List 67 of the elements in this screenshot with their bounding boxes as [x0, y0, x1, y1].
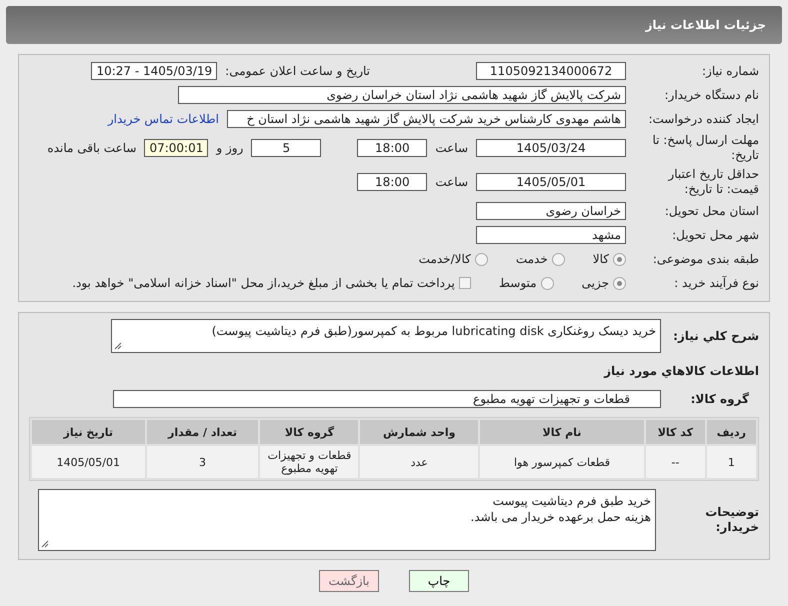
field-label: ساعت باقی مانده — [47, 141, 136, 155]
field-label: نوع فرآیند خرید : — [673, 276, 759, 290]
need-number-field: 1105092134000672 — [476, 62, 626, 80]
field-label: ایجاد کننده درخواست: — [647, 112, 759, 126]
date-field: 1405/05/01 — [476, 173, 626, 191]
option-label: کالا — [592, 252, 609, 266]
column-header: ردیف — [706, 420, 756, 444]
time-field: 18:00 — [357, 139, 428, 157]
announce-date-field: 1405/03/19 - 10:27 — [91, 62, 218, 80]
notes-line: خرید طبق فرم دیتاشیت پیوست — [492, 493, 651, 509]
table-cell: 3 — [146, 446, 258, 478]
field-label: ساعت — [435, 141, 468, 155]
radio-button[interactable] — [613, 252, 626, 266]
column-header: تعداد / مقدار — [146, 420, 258, 444]
table-cell: عدد — [360, 446, 478, 478]
option-label: متوسط — [498, 276, 537, 290]
radio-button[interactable] — [474, 252, 488, 266]
field-label: گروه کالا: — [690, 392, 749, 406]
option-label: خدمت — [516, 252, 548, 266]
print-button[interactable]: چاپ — [409, 570, 469, 592]
back-button[interactable]: بازگشت — [319, 570, 379, 592]
table-cell: قطعات کمپرسور هوا — [480, 446, 644, 478]
field-label: شماره نیاز: — [701, 64, 759, 78]
goods-group-field: قطعات و تجهیزات تهویه مطبوع — [113, 390, 661, 408]
column-header: گروه کالا — [260, 420, 358, 444]
column-header: نام کالا — [480, 420, 644, 444]
table-cell: قطعات و تجهیزات تهویه مطبوع — [260, 446, 358, 478]
field-label: استان محل تحویل: — [664, 204, 759, 218]
resize-grip-icon[interactable] — [41, 540, 49, 548]
time-field: 18:00 — [357, 173, 428, 191]
contact-link[interactable]: اطلاعات تماس خریدار — [108, 112, 219, 126]
option-label: جزیی — [582, 276, 609, 290]
radio-button[interactable] — [540, 276, 554, 290]
remaining-time-field: 07:00:01 — [144, 139, 208, 157]
field-label: توضیحات خریدار: — [704, 505, 759, 535]
field-label: شهر محل تحویل: — [671, 228, 759, 242]
resize-grip-icon[interactable] — [114, 342, 122, 350]
buyer-field: شرکت پالایش گاز شهید هاشمی نژاد استان خراسان رضوی — [178, 86, 626, 104]
radio-button[interactable] — [552, 252, 565, 266]
field-label: طبقه بندی موضوعی: — [652, 252, 759, 266]
column-header: کد کالا — [646, 420, 705, 444]
table-cell: -- — [646, 446, 705, 478]
field-label: شرح کلي نياز: — [672, 328, 759, 344]
table-cell: 1405/05/01 — [32, 446, 145, 478]
field-label: تاریخ و ساعت اعلان عمومی: — [225, 64, 370, 78]
section-heading: اطلاعات کالاهاي مورد نياز — [604, 364, 759, 378]
field-label: مهلت ارسال پاسخ: تا تاریخ: — [651, 133, 759, 163]
buyer-notes-box[interactable]: خرید طبق فرم دیتاشیت پیوست هزینه حمل برعهده خریدار می باشد. — [38, 489, 656, 551]
column-header: تاریخ نیاز — [32, 420, 145, 444]
field-label: حداقل تاریخ اعتبار قیمت: تا تاریخ: — [666, 167, 759, 197]
column-header: واحد شمارش — [360, 420, 478, 444]
city-field: مشهد — [476, 226, 626, 244]
field-label: نام دستگاه خریدار: — [664, 88, 759, 102]
days-field: 5 — [251, 139, 322, 157]
radio-button[interactable] — [613, 276, 626, 290]
page-title: جزئیات اطلاعات نیاز — [645, 18, 766, 32]
notes-line: هزینه حمل برعهده خریدار می باشد. — [470, 509, 651, 525]
description-box[interactable]: خرید دیسک روغنکاری lubricating disk مربوط به کمپرسور(طبق فرم دیتاشیت پیوست) — [111, 319, 661, 353]
table-cell: 1 — [706, 446, 756, 478]
province-field: خراسان رضوی — [476, 202, 626, 220]
option-label: کالا/خدمت — [418, 252, 471, 266]
field-label: روز و — [216, 141, 244, 155]
date-field: 1405/03/24 — [476, 139, 626, 157]
checkbox[interactable] — [458, 277, 471, 289]
creator-field: هاشم مهدوی کارشناس خرید شرکت پالایش گاز شهید هاشمی نژاد استان خ — [227, 110, 626, 128]
field-label: ساعت — [435, 175, 468, 189]
checkbox-label: پرداخت تمام یا بخشی از مبلغ خرید،از محل "اسناد خزانه اسلامی" خواهد بود. — [72, 276, 455, 290]
